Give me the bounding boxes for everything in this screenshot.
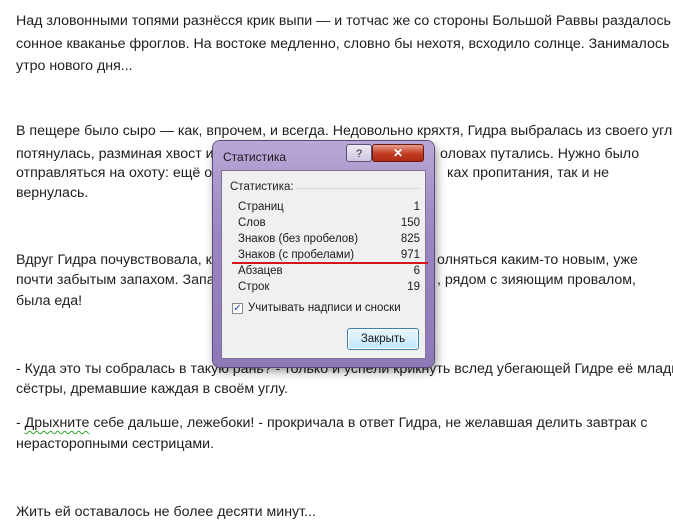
checkbox-label[interactable]: Учитывать надписи и сноски: [248, 302, 401, 314]
doc-line: сонное кваканье фроглов. На востоке медл…: [16, 36, 670, 52]
stat-label: Строк: [238, 281, 270, 293]
stat-row-words: Слов 150: [238, 217, 420, 233]
doc-line: олняться каким-то новым, уже: [437, 252, 638, 268]
doc-line: отправляться на охоту: ещё одн: [16, 165, 228, 181]
stat-row-paragraphs: Абзацев 6: [238, 265, 420, 281]
help-button[interactable]: ?: [346, 144, 372, 162]
doc-line: Вдруг Гидра почувствовала, как: [16, 252, 227, 268]
stat-value: 150: [400, 217, 420, 229]
doc-line: нерасторопными сестрицами.: [16, 436, 214, 452]
stat-label: Страниц: [238, 201, 284, 213]
doc-line: была еда!: [16, 293, 83, 309]
stat-value: 19: [407, 281, 420, 293]
doc-line: сёстры, дремавшие каждая в своём углу.: [16, 381, 288, 397]
include-textboxes-checkbox[interactable]: ✓: [232, 303, 243, 314]
doc-line: , рядом с зияющим провалом,: [437, 272, 636, 288]
doc-line: Над зловонными топями разнёсся крик выпи…: [16, 13, 671, 29]
group-label: Статистика:: [230, 181, 294, 193]
statistics-dialog: Статистика ? ✕ Статистика: Страниц 1 Сло…: [213, 141, 434, 367]
stat-value: 971: [400, 249, 420, 261]
stat-label: Абзацев: [238, 265, 283, 277]
close-button[interactable]: Закрыть: [347, 328, 419, 350]
doc-line: ках пропитания, так и не: [447, 165, 610, 181]
close-window-button[interactable]: ✕: [372, 144, 424, 162]
doc-line: - Дрыхните себе дальше, лежебоки! - прок…: [16, 413, 647, 433]
stat-value: 825: [400, 233, 420, 245]
stat-row-lines: Строк 19: [238, 281, 420, 297]
dialog-body: Статистика: Страниц 1 Слов 150 Знаков (б…: [221, 170, 426, 359]
stat-row-pages: Страниц 1: [238, 201, 420, 217]
spellcheck-word[interactable]: Дрыхните: [25, 415, 90, 431]
doc-line: Жить ей оставалось не более десяти минут…: [16, 504, 316, 520]
doc-line: В пещере было сыро — как, впрочем, и все…: [16, 123, 673, 139]
stat-label: Знаков (с пробелами): [238, 249, 355, 261]
stat-row-chars-no-spaces: Знаков (без пробелов) 825: [238, 233, 420, 249]
stat-label: Знаков (без пробелов): [238, 233, 359, 245]
doc-line: утро нового дня...: [16, 58, 133, 74]
dialog-title: Статистика: [223, 150, 287, 164]
doc-line: вернулась.: [16, 185, 89, 201]
red-annotation-line: [232, 262, 428, 264]
stat-value: 1: [413, 201, 420, 213]
dash-prefix: -: [16, 415, 25, 431]
doc-line: почти забытым запахом. Запахо: [16, 272, 230, 288]
stat-value: 6: [413, 265, 420, 277]
doc-line: потянулась, разминая хвост и ш: [16, 146, 229, 162]
stat-label: Слов: [238, 217, 266, 229]
group-separator: [296, 188, 419, 189]
doc-line-rest: себе дальше, лежебоки! - прокричала в от…: [93, 415, 648, 431]
doc-line: оловах путались. Нужно было: [440, 146, 640, 162]
